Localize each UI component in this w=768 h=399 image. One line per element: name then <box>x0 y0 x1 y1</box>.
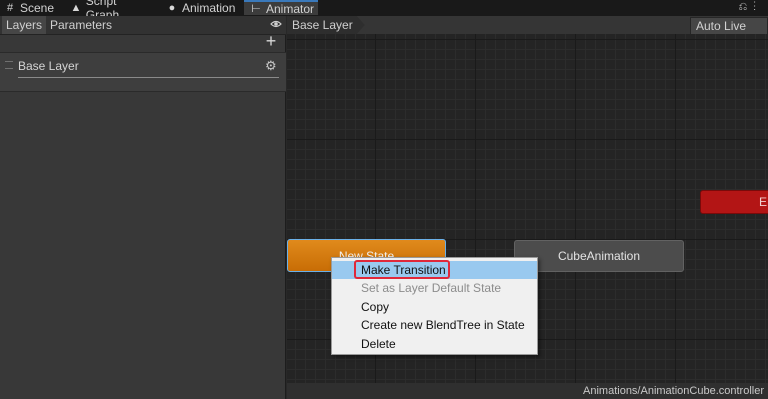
node-label: CubeAnimation <box>557 249 641 263</box>
grid-icon: # <box>6 2 14 14</box>
layer-name-underline <box>18 77 279 78</box>
lock-icon[interactable]: ⎌ <box>738 1 753 13</box>
tab-parameters[interactable]: Parameters <box>46 16 116 34</box>
controller-path: Animations/AnimationCube.controller <box>583 385 764 397</box>
auto-live-link-button[interactable]: Auto Live Link <box>690 17 768 49</box>
tab-animation[interactable]: ● Animation <box>166 0 238 16</box>
add-layer-button[interactable]: + <box>264 32 278 50</box>
drag-handle-icon[interactable] <box>5 61 13 69</box>
tab-label: Animation <box>182 1 236 15</box>
node-label: E <box>759 195 768 209</box>
tab-layers[interactable]: Layers <box>2 16 47 34</box>
state-node-cube-animation[interactable]: CubeAnimation <box>514 240 684 272</box>
tab-label: Animator <box>266 1 315 16</box>
layer-name: Base Layer <box>18 59 79 73</box>
tab-scene[interactable]: # Scene <box>4 0 56 16</box>
highlight-ring <box>354 260 450 279</box>
menu-item-delete[interactable]: Delete <box>332 335 537 353</box>
menu-item-copy[interactable]: Copy <box>332 298 537 316</box>
eye-icon[interactable] <box>270 18 282 30</box>
gear-icon[interactable]: ⚙ <box>265 58 277 74</box>
menu-item-set-default-state[interactable]: Set as Layer Default State <box>332 279 537 297</box>
tab-script-graph[interactable]: ▲ Script Graph <box>70 0 152 22</box>
clock-icon: ● <box>168 2 176 14</box>
exit-state-node[interactable]: E <box>700 190 768 214</box>
tab-label: Scene <box>20 1 55 15</box>
animator-icon: ⊢ <box>251 3 261 15</box>
menu-item-create-blendtree[interactable]: Create new BlendTree in State <box>332 316 537 334</box>
kebab-menu-icon[interactable]: ⋮ <box>753 1 762 13</box>
tab-animator[interactable]: ⊢ Animator <box>244 0 318 16</box>
window-controls: ⎌⋮ <box>738 1 762 14</box>
script-graph-icon: ▲ <box>70 2 82 14</box>
breadcrumb[interactable]: Base Layer <box>287 16 365 34</box>
